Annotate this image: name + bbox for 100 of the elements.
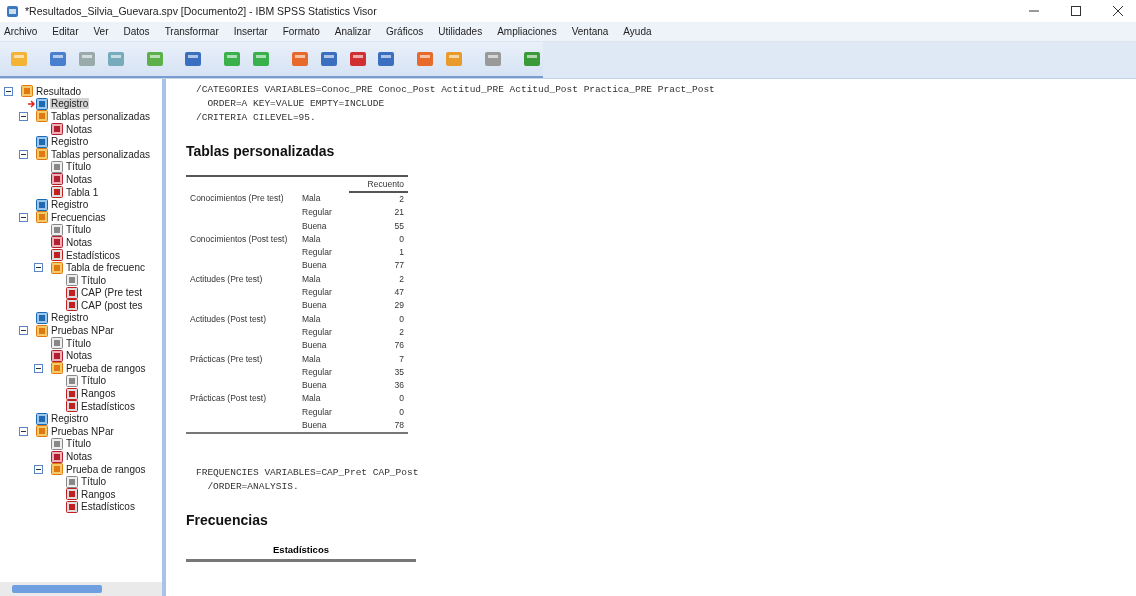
table-cell: Regular xyxy=(302,207,332,218)
collapse-icon[interactable] xyxy=(19,112,28,121)
table-cell: 2 xyxy=(399,273,404,284)
menu-item[interactable]: Ampliaciones xyxy=(497,26,557,37)
table-cell: Buena xyxy=(302,420,327,431)
row-label: Conocimientos (Post test) xyxy=(190,233,288,244)
outline-item[interactable]: Tabla de frecuenc xyxy=(65,262,146,274)
outline-item[interactable]: Título xyxy=(80,375,107,387)
column-header: Recuento xyxy=(348,176,408,192)
outline-item[interactable]: Estadísticos xyxy=(65,249,121,261)
collapse-icon[interactable] xyxy=(19,426,28,436)
outline-item[interactable]: Registro xyxy=(50,199,90,211)
arrow-icon xyxy=(28,99,36,108)
table-cell: Regular xyxy=(302,326,332,337)
outline-item[interactable]: Estadísticos xyxy=(80,501,136,513)
outline-item[interactable]: Resultado xyxy=(35,85,83,97)
outline-item[interactable]: Tablas personalizadas xyxy=(50,111,151,122)
outline-item[interactable]: Tablas personalizadas xyxy=(50,148,151,160)
menu-item[interactable]: Ventana xyxy=(571,26,609,37)
table-cell: 7 xyxy=(399,353,404,364)
table-cell: 2 xyxy=(399,326,404,337)
outline-item[interactable]: Título xyxy=(80,274,107,286)
outline-item[interactable]: Tabla 1 xyxy=(65,186,100,198)
row-label: Prácticas (Post test) xyxy=(190,393,267,404)
collapse-icon[interactable] xyxy=(19,212,28,222)
menu-item[interactable]: Datos xyxy=(123,26,150,37)
menu-item[interactable]: Transformar xyxy=(164,26,219,37)
table-cell: Regular xyxy=(302,406,332,417)
outline-item[interactable]: Registro xyxy=(50,136,90,148)
collapse-icon[interactable] xyxy=(19,326,28,336)
table-cell: 29 xyxy=(394,300,404,311)
outline-item[interactable]: Prueba de rangos xyxy=(65,362,147,374)
outline-item[interactable]: Rangos xyxy=(80,488,117,500)
collapse-icon[interactable] xyxy=(34,363,43,373)
table-cell: 1 xyxy=(399,247,404,258)
collapse-icon[interactable] xyxy=(19,149,28,159)
collapse-icon[interactable] xyxy=(34,464,43,474)
menu-item[interactable]: Utilidades xyxy=(438,26,483,37)
row-label: Prácticas (Pre test) xyxy=(190,353,263,364)
row-label: Actitudes (Pre test) xyxy=(190,273,263,284)
menu-item[interactable]: Analizar xyxy=(334,26,371,37)
row-label: Conocimientos (Pre test) xyxy=(190,193,284,203)
section-heading: Frecuencias xyxy=(186,512,269,529)
row-label: Actitudes (Post test) xyxy=(190,313,267,324)
table-cell: 21 xyxy=(394,207,404,218)
menu-item[interactable]: Insertar xyxy=(233,26,268,37)
outline-item[interactable]: Notas xyxy=(65,123,94,135)
outline-item[interactable]: Registro xyxy=(50,413,90,425)
table-cell: Buena xyxy=(302,260,327,271)
horizontal-scrollbar[interactable] xyxy=(0,582,162,596)
table-cell: Regular xyxy=(302,287,332,298)
outline-item[interactable]: Título xyxy=(65,337,92,349)
table-cell: Buena xyxy=(302,340,327,351)
table-cell: 0 xyxy=(399,393,404,404)
table-cell: Mala xyxy=(302,233,321,244)
menu-item[interactable]: Ver xyxy=(93,26,109,37)
table-cell: 2 xyxy=(399,194,404,204)
outline-item[interactable]: Pruebas NPar xyxy=(50,325,115,337)
table-cell: Mala xyxy=(302,273,321,284)
outline-item[interactable]: Estadísticos xyxy=(80,400,136,412)
collapse-icon[interactable] xyxy=(34,263,43,273)
menu-item[interactable]: Ayuda xyxy=(623,26,652,37)
table-cell: Mala xyxy=(302,353,321,364)
outline-item[interactable]: Prueba de rangos xyxy=(65,463,147,475)
table-cell: 36 xyxy=(394,380,404,391)
table-cell: 76 xyxy=(394,340,404,351)
outline-item[interactable]: Registro xyxy=(50,98,90,110)
table-cell: 0 xyxy=(399,313,404,324)
outline-item[interactable]: Título xyxy=(65,438,92,450)
table-cell: Buena xyxy=(302,220,327,231)
table-cell: 78 xyxy=(394,420,404,431)
table-cell: Mala xyxy=(302,393,321,404)
outline-item[interactable]: Pruebas NPar xyxy=(50,425,115,437)
outline-item[interactable]: Notas xyxy=(65,173,94,185)
outline-item[interactable]: Título xyxy=(80,476,107,488)
maximize-icon xyxy=(1071,6,1081,16)
table-cell: Buena xyxy=(302,380,327,391)
collapse-icon[interactable] xyxy=(4,86,13,96)
table-title: Estadísticos xyxy=(186,544,416,563)
outline-item[interactable]: Notas xyxy=(65,350,94,362)
menu-item[interactable]: Editar xyxy=(52,26,79,37)
syntax-text: /CATEGORIES VARIABLES=Conoc_PRE Conoc_Post Actitud_PRE Actitud_Post Practica_PRE Pract_Post ORDER=A KEY=VALUE EMPTY=INCLUDE /CRITERIA CILEVEL=95. xyxy=(196,83,716,125)
menu-item[interactable]: Archivo xyxy=(4,26,38,37)
table-cell: Mala xyxy=(302,193,321,203)
outline-item[interactable]: Rangos xyxy=(80,388,117,400)
close-icon xyxy=(1113,6,1123,16)
outline-item[interactable]: Notas xyxy=(65,236,94,248)
table-cell: Mala xyxy=(302,313,321,324)
outline-item[interactable]: Notas xyxy=(65,451,94,462)
outline-item[interactable]: CAP (Pre test xyxy=(80,287,143,299)
outline-item[interactable]: Frecuencias xyxy=(50,211,107,223)
table-cell: 47 xyxy=(394,287,404,298)
app-icon xyxy=(6,4,19,18)
outline-item[interactable]: CAP (post tes xyxy=(80,299,144,311)
outline-item[interactable]: Título xyxy=(65,161,92,173)
outline-item[interactable]: Registro xyxy=(50,312,90,324)
table-cell: Regular xyxy=(302,366,332,377)
outline-item[interactable]: Título xyxy=(65,224,92,236)
menu-item[interactable]: Gráficos xyxy=(386,26,424,37)
menu-item[interactable]: Formato xyxy=(282,26,320,37)
